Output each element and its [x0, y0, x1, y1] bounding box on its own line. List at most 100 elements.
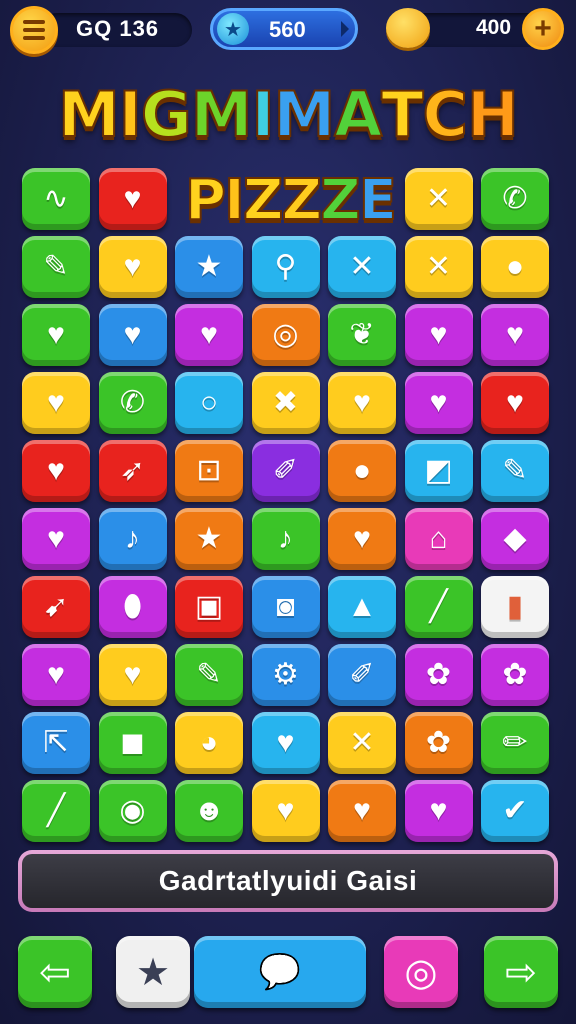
board-tile[interactable]: ♥	[22, 372, 90, 434]
board-tile[interactable]: ▮	[481, 576, 549, 638]
board-tile[interactable]: ★	[175, 508, 243, 570]
board-tile[interactable]: ◙	[251, 576, 320, 638]
board-tile[interactable]: ♥	[328, 508, 396, 570]
pencil-icon: ✏	[502, 726, 528, 759]
board-tile[interactable]: ✐	[251, 440, 320, 502]
board-tile[interactable]: ♥	[328, 372, 396, 434]
board-tile[interactable]: ★	[175, 236, 243, 298]
heart-icon: ♥	[276, 726, 295, 759]
board-tile[interactable]: ✿	[481, 644, 549, 706]
board-tile[interactable]: ✕	[328, 236, 396, 298]
board-tile[interactable]: ✕	[328, 712, 396, 774]
board-tile[interactable]: ♥	[328, 780, 396, 842]
board-tile[interactable]: ▲	[328, 576, 396, 638]
board-tile[interactable]: ♥	[481, 304, 549, 366]
title-letter: P	[184, 167, 227, 234]
board-tile[interactable]: ⬮	[98, 576, 167, 638]
tag-icon: ◆	[503, 522, 527, 555]
board-tile[interactable]: ♥	[98, 168, 167, 230]
back-button[interactable]: ⇦	[18, 936, 92, 1008]
board-tile[interactable]: ⚙	[251, 644, 320, 706]
board-tile[interactable]: ♥	[251, 780, 320, 842]
board-tile[interactable]: ⊡	[175, 440, 243, 502]
board-tile[interactable]: ◼	[98, 712, 167, 774]
board-tile[interactable]: ♥	[481, 372, 549, 434]
board-tile[interactable]: ○	[175, 372, 243, 434]
board-tile[interactable]: ✏	[481, 712, 549, 774]
pencil-icon: ✎	[43, 250, 69, 283]
heart-icon: ♥	[429, 386, 448, 419]
board-tile[interactable]: ✿	[404, 712, 473, 774]
heart-icon: ♥	[276, 794, 295, 827]
board-tile[interactable]: ⌂	[404, 508, 473, 570]
heart-icon: ♥	[123, 318, 142, 351]
board-tile[interactable]: ♥	[175, 304, 243, 366]
board-tile[interactable]: ♥	[22, 440, 90, 502]
board-tile[interactable]: ♪	[98, 508, 167, 570]
board-tile[interactable]: ╱	[22, 780, 90, 842]
favorite-button[interactable]: ★	[116, 936, 190, 1008]
board-tile[interactable]: ✆	[481, 168, 549, 230]
board-tile[interactable]: ◆	[481, 508, 549, 570]
board-tile[interactable]: ▣	[175, 576, 243, 638]
board-tile[interactable]: ⇱	[22, 712, 90, 774]
board-tile[interactable]: ♥	[98, 236, 167, 298]
board-tile[interactable]: ✐	[328, 644, 396, 706]
next-button[interactable]: ⇨	[484, 936, 558, 1008]
board-tile[interactable]: ♥	[22, 304, 90, 366]
board-tile[interactable]: ●	[481, 236, 549, 298]
board-tile[interactable]: ♪	[251, 508, 320, 570]
board-tile[interactable]: ♥	[98, 644, 167, 706]
capsule-icon: ⬮	[123, 590, 142, 623]
gems-counter[interactable]: ★ 560	[210, 8, 358, 50]
board-tile[interactable]: ♥	[98, 304, 167, 366]
title-letter: Z	[281, 167, 324, 234]
game-board: ∿ ♥ ✕ ✆ ✎ ♥ ★ ⚲ ✕ ✕ ● ♥ ♥ ♥ ◎ ❦ ♥ ♥ ♥ ✆ ○ ✖ ♥ ♥ ♥ ♥ ➶ ⊡ ✐ ● ◩ ✎ ♥ ♪ ★ ♪ ♥ ⌂ ◆ ➹…	[22, 168, 556, 848]
board-tile[interactable]: ✕	[404, 236, 473, 298]
phone-icon: ✆	[502, 182, 528, 215]
board-tile[interactable]: ✎	[481, 440, 549, 502]
chat-button[interactable]: 💬	[194, 936, 366, 1008]
board-tile[interactable]: ♥	[251, 712, 320, 774]
heart-icon: ♥	[429, 318, 448, 351]
board-tile[interactable]: ◉	[98, 780, 167, 842]
leaf-icon: ❦	[349, 318, 375, 351]
board-tile[interactable]: ♥	[22, 508, 90, 570]
board-tile[interactable]: ◕	[175, 712, 243, 774]
cross-icon: ✕	[425, 182, 452, 215]
board-tile[interactable]: ♥	[404, 780, 473, 842]
board-tile[interactable]: ✿	[404, 644, 473, 706]
heart-icon: ♥	[47, 658, 65, 691]
top-bar: GQ 136 ★ 560 400 +	[0, 0, 576, 60]
star-icon: ★	[195, 522, 223, 555]
board-tile[interactable]: ✎	[175, 644, 243, 706]
board-tile[interactable]: ♥	[404, 372, 473, 434]
menu-button[interactable]	[10, 6, 58, 54]
board-tile[interactable]: ◎	[251, 304, 320, 366]
board-tile[interactable]: ✎	[22, 236, 90, 298]
board-tile[interactable]: ♥	[404, 304, 473, 366]
board-tile[interactable]: ∿	[22, 168, 90, 230]
cross-icon: ✕	[425, 250, 452, 283]
board-tile[interactable]: ✖	[251, 372, 320, 434]
title-letter: I	[223, 167, 246, 234]
heart-icon: ♥	[353, 522, 371, 555]
board-tile[interactable]: ♥	[22, 644, 90, 706]
board-tile[interactable]: ✔	[481, 780, 549, 842]
board-tile[interactable]: ⚲	[251, 236, 320, 298]
heart-icon: ♥	[353, 386, 371, 419]
add-coins-button[interactable]: +	[522, 8, 564, 50]
board-tile[interactable]: ●	[328, 440, 396, 502]
board-tile[interactable]: ✆	[98, 372, 167, 434]
board-tile[interactable]: ❦	[328, 304, 396, 366]
bow-icon: ✖	[272, 386, 299, 419]
board-tile[interactable]: ➹	[22, 576, 90, 638]
board-tile[interactable]: ╱	[404, 576, 473, 638]
settings-button[interactable]: ◎	[384, 936, 458, 1008]
board-tile[interactable]: ◩	[404, 440, 473, 502]
board-tile[interactable]: ➶	[98, 440, 167, 502]
board-tile[interactable]: ✕	[404, 168, 473, 230]
board-tile[interactable]: ☻	[175, 780, 243, 842]
flower-icon: ✿	[502, 658, 528, 691]
balloon-icon: ●	[352, 454, 372, 487]
